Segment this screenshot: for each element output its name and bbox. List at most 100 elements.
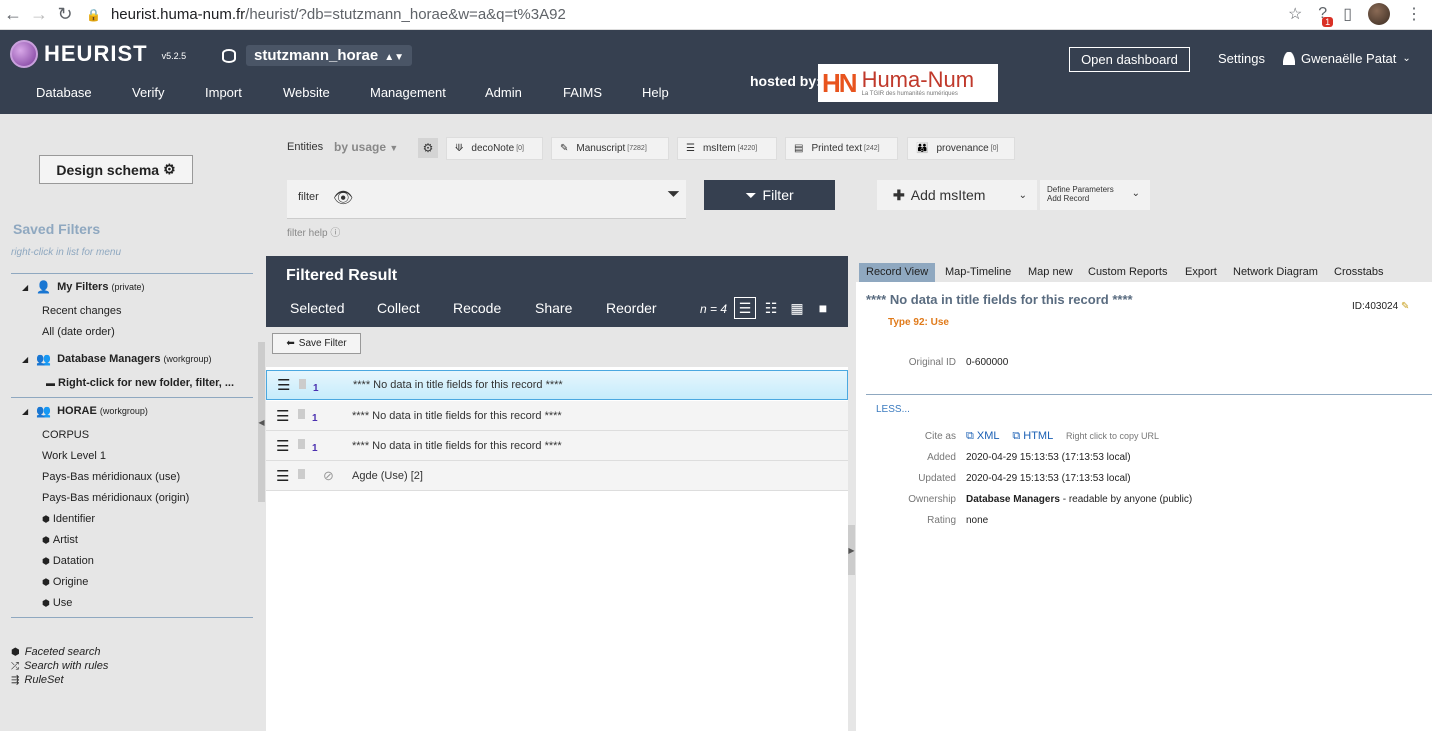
- open-dashboard-button[interactable]: Open dashboard: [1069, 47, 1190, 72]
- menu-faims[interactable]: FAIMS: [563, 85, 602, 100]
- field-label: Original ID: [908, 357, 956, 368]
- search-with-rules-link[interactable]: ⤮ Search with rules: [11, 660, 108, 672]
- pencil-icon[interactable]: ✎: [1401, 301, 1409, 312]
- updated-value: 2020-04-29 15:13:53 (17:13:53 local): [966, 473, 1131, 484]
- define-parameters-button[interactable]: Define Parameters Add Record ⌄: [1040, 180, 1150, 210]
- action-selected[interactable]: Selected: [290, 300, 344, 316]
- tab-custom-reports[interactable]: Custom Reports: [1088, 263, 1167, 282]
- action-collect[interactable]: Collect: [377, 300, 420, 316]
- address-bar[interactable]: 🔒 heurist.huma-num.fr/heurist/?db=stutzm…: [86, 6, 566, 23]
- grid-view-icon[interactable]: ▦: [786, 297, 808, 319]
- tab-map-new[interactable]: Map new: [1028, 263, 1073, 282]
- square-view-icon[interactable]: ■: [812, 297, 834, 319]
- group-horae[interactable]: ◢ 👥 HORAE (workgroup): [22, 404, 148, 418]
- bookmark-icon[interactable]: [298, 439, 305, 449]
- expand-triangle-icon[interactable]: ◢: [22, 407, 28, 416]
- record-row[interactable]: ☰ 1 **** No data in title fields for thi…: [266, 401, 848, 431]
- gear-icon: ⚙: [163, 161, 176, 177]
- list-icon: ☰: [277, 377, 291, 394]
- sort-by-usage-dropdown[interactable]: by usage ▼: [334, 140, 398, 154]
- action-reorder[interactable]: Reorder: [606, 300, 657, 316]
- detail-list-icon[interactable]: ☷: [760, 297, 782, 319]
- add-msitem-button[interactable]: ✚ Add msItem ⌄: [877, 180, 1037, 210]
- forward-icon[interactable]: →: [26, 2, 52, 28]
- facet-datation[interactable]: ⬢ Datation: [42, 555, 94, 567]
- reload-icon[interactable]: ↻: [52, 2, 78, 28]
- ruleset-link[interactable]: ⇶ RuleSet: [11, 674, 64, 686]
- star-icon[interactable]: ☆: [1288, 4, 1302, 24]
- filter-corpus[interactable]: CORPUS: [42, 429, 89, 441]
- eye-icon[interactable]: 👁: [333, 188, 353, 208]
- url-host: heurist.huma-num.fr: [110, 6, 246, 23]
- less-link[interactable]: LESS...: [876, 404, 910, 415]
- filter-work-level-1[interactable]: Work Level 1: [42, 450, 106, 462]
- tab-map-timeline[interactable]: Map-Timeline: [945, 263, 1011, 282]
- expand-triangle-icon[interactable]: ◢: [22, 355, 28, 364]
- menu-help[interactable]: Help: [642, 85, 669, 100]
- entity-printed-text-button[interactable]: ▤ Printed text [242]: [785, 137, 898, 160]
- tab-network-diagram[interactable]: Network Diagram: [1233, 263, 1318, 282]
- filter-help-link[interactable]: filter help ⓘ: [287, 224, 340, 239]
- faceted-search-link[interactable]: ⬢ Faceted search: [11, 646, 101, 658]
- new-folder-hint[interactable]: ▬ Right-click for new folder, filter, ...: [46, 377, 234, 389]
- left-splitter-handle[interactable]: ◀: [258, 342, 265, 502]
- tab-crosstabs[interactable]: Crosstabs: [1334, 263, 1384, 282]
- facet-use[interactable]: ⬢ Use: [42, 597, 72, 609]
- entity-deconote-button[interactable]: ⟱ decoNote [0]: [446, 137, 543, 160]
- bookmark-icon[interactable]: [298, 409, 305, 419]
- group-database-managers[interactable]: ◢ 👥 Database Managers (workgroup): [22, 352, 211, 366]
- filter-builder-icon[interactable]: ⏷: [667, 186, 680, 204]
- record-row[interactable]: ☰ 1 **** No data in title fields for thi…: [266, 370, 848, 400]
- database-name[interactable]: stutzmann_horae ▲▼: [246, 45, 412, 66]
- avatar[interactable]: [1368, 3, 1390, 25]
- entity-provenance-button[interactable]: 👪 provenance [0]: [907, 137, 1015, 160]
- group-my-filters[interactable]: ◢ 👤 My Filters (private): [22, 280, 144, 294]
- user-menu[interactable]: Gwenaëlle Patat ⌄: [1283, 51, 1411, 66]
- document-icon[interactable]: ▯: [1343, 4, 1352, 24]
- entity-config-gear-icon[interactable]: ⚙: [418, 138, 438, 158]
- action-share[interactable]: Share: [535, 300, 572, 316]
- rating-value: none: [966, 515, 989, 526]
- bookmark-icon[interactable]: [298, 469, 305, 479]
- chevron-down-icon[interactable]: ⌄: [1019, 190, 1027, 201]
- action-recode[interactable]: Recode: [453, 300, 501, 316]
- middle-splitter-handle[interactable]: ▶: [848, 525, 855, 575]
- menu-import[interactable]: Import: [205, 85, 242, 100]
- filter-recent-changes[interactable]: Recent changes: [42, 305, 122, 317]
- filter-all-date-order[interactable]: All (date order): [42, 326, 115, 338]
- menu-database[interactable]: Database: [36, 85, 92, 100]
- facet-artist[interactable]: ⬢ Artist: [42, 534, 78, 546]
- more-icon[interactable]: ⋮: [1406, 4, 1422, 24]
- html-link[interactable]: ⧉ HTML: [1012, 430, 1053, 442]
- expand-triangle-icon[interactable]: ◢: [22, 283, 28, 292]
- huma-num-logo[interactable]: HN Huma-Num La TGIR des humanités numéri…: [818, 64, 998, 102]
- database-selector[interactable]: stutzmann_horae ▲▼: [222, 45, 412, 66]
- settings-link[interactable]: Settings: [1218, 51, 1265, 66]
- filter-pays-bas-origin[interactable]: Pays-Bas méridionaux (origin): [42, 492, 189, 504]
- xml-link[interactable]: ⧉ XML: [966, 430, 1000, 442]
- facet-identifier[interactable]: ⬢ Identifier: [42, 513, 95, 525]
- menu-management[interactable]: Management: [370, 85, 446, 100]
- save-filter-button[interactable]: ⬅ Save Filter: [272, 333, 361, 354]
- extension-icon[interactable]: ? 1: [1318, 5, 1334, 27]
- record-row[interactable]: ☰ ⊘ Agde (Use) [2]: [266, 461, 848, 491]
- record-row[interactable]: ☰ 1 **** No data in title fields for thi…: [266, 431, 848, 461]
- entity-manuscript-button[interactable]: ✎ Manuscript [7282]: [551, 137, 669, 160]
- design-schema-button[interactable]: Design schema ⚙: [39, 155, 193, 184]
- list-view-icon[interactable]: ☰: [734, 297, 756, 319]
- menu-website[interactable]: Website: [283, 85, 330, 100]
- bookmark-icon[interactable]: [299, 379, 306, 389]
- filter-button[interactable]: ⏷ Filter: [704, 180, 835, 210]
- back-icon[interactable]: ←: [0, 2, 26, 28]
- tab-record-view[interactable]: Record View: [859, 263, 936, 282]
- menu-verify[interactable]: Verify: [132, 85, 165, 100]
- heurist-logo[interactable]: HEURIST v5.2.5: [10, 40, 186, 68]
- facet-origine[interactable]: ⬢ Origine: [42, 576, 88, 588]
- tab-export[interactable]: Export: [1185, 263, 1217, 282]
- entity-msitem-button[interactable]: ☰ msItem [4220]: [677, 137, 777, 160]
- funnel-icon: ⏷: [745, 186, 757, 203]
- filter-input[interactable]: filter 👁 ⏷: [287, 180, 686, 219]
- filter-pays-bas-use[interactable]: Pays-Bas méridionaux (use): [42, 471, 180, 483]
- list-icon: ☰: [276, 407, 290, 425]
- menu-admin[interactable]: Admin: [485, 85, 522, 100]
